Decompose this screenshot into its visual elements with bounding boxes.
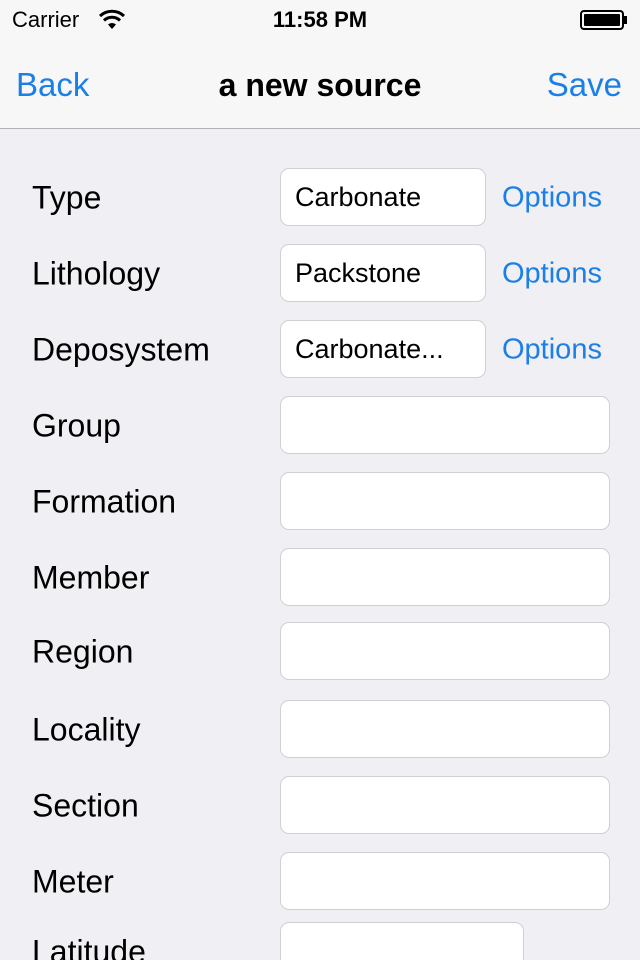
lithology-options-button[interactable]: Options (502, 258, 602, 291)
type-label: Type (32, 179, 102, 216)
type-options-button[interactable]: Options (502, 182, 602, 215)
type-field[interactable]: Carbonate (280, 168, 486, 226)
member-label: Member (32, 559, 150, 596)
row-section: Section (0, 776, 640, 836)
formation-field[interactable] (280, 472, 610, 530)
member-field[interactable] (280, 548, 610, 606)
deposystem-field[interactable]: Carbonate... (280, 320, 486, 378)
row-lithology: Lithology Packstone Options (0, 244, 640, 304)
meter-field[interactable] (280, 852, 610, 910)
region-field[interactable] (280, 622, 610, 680)
latitude-label: Latitude (32, 933, 146, 960)
row-type: Type Carbonate Options (0, 168, 640, 228)
latitude-field[interactable] (280, 922, 524, 960)
row-group: Group (0, 396, 640, 456)
row-locality: Locality (0, 700, 640, 760)
meter-label: Meter (32, 863, 114, 900)
lithology-label: Lithology (32, 255, 161, 292)
page-title: a new source (218, 67, 422, 103)
row-deposystem: Deposystem Carbonate... Options (0, 320, 640, 380)
section-field[interactable] (280, 776, 610, 834)
back-button[interactable]: Back (16, 66, 89, 104)
deposystem-label: Deposystem (32, 331, 210, 368)
locality-field[interactable] (280, 700, 610, 758)
row-formation: Formation (0, 472, 640, 532)
battery-icon (580, 10, 627, 30)
row-latitude: Latitude (0, 922, 640, 960)
formation-label: Formation (32, 483, 177, 520)
source-form: Type Carbonate Options Lithology Packsto… (0, 129, 640, 960)
deposystem-options-button[interactable]: Options (502, 334, 602, 367)
lithology-field[interactable]: Packstone (280, 244, 486, 302)
status-bar: Carrier 11:58 PM (0, 0, 640, 40)
locality-label: Locality (32, 711, 141, 748)
group-label: Group (32, 407, 121, 444)
section-label: Section (32, 787, 139, 824)
clock: 11:58 PM (272, 7, 368, 32)
save-button[interactable]: Save (547, 66, 622, 104)
row-meter: Meter (0, 852, 640, 912)
navigation-bar: Back a new source Save (0, 40, 640, 129)
row-member: Member (0, 548, 640, 608)
region-label: Region (32, 633, 134, 670)
row-region: Region (0, 622, 640, 682)
group-field[interactable] (280, 396, 610, 454)
